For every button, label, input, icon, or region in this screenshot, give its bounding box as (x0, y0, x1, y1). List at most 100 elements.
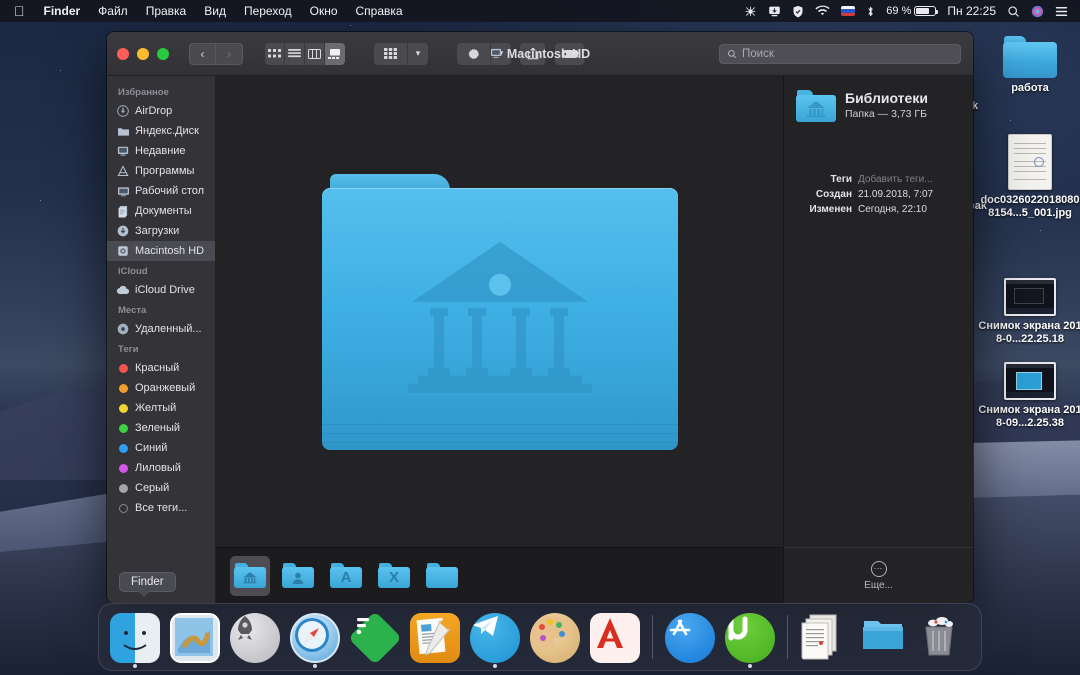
wifi-icon[interactable] (815, 5, 830, 17)
tag-dot (116, 381, 130, 395)
menu-item-view[interactable]: Вид (195, 4, 235, 18)
gallery-view-button[interactable] (325, 42, 345, 65)
dock-item-appstore[interactable] (664, 611, 716, 663)
running-indicator (313, 664, 317, 668)
library-building-icon (407, 241, 592, 393)
sidebar-item-macintosh-hd[interactable]: Macintosh HD (107, 241, 215, 261)
dock-item-paint[interactable] (529, 611, 581, 663)
tag-ring (116, 501, 130, 515)
finder-titlebar[interactable]: ‹ › ▾ ▾ Macintosh HD Поиск (107, 32, 973, 76)
column-view-button[interactable] (305, 42, 325, 65)
menubar-clock[interactable]: Пн 22:25 (947, 4, 996, 18)
dock-item-finder[interactable] (109, 611, 161, 668)
sidebar-item-icloud-drive[interactable]: iCloud Drive (107, 280, 215, 300)
dock-item-utorrent[interactable] (724, 611, 776, 668)
list-view-button[interactable] (285, 42, 305, 65)
arrange-by-button[interactable]: ▾ (374, 42, 428, 65)
sidebar-item-label: Яндекс.Диск (135, 125, 199, 137)
desktop-icon-screenshot-2[interactable]: Снимок экрана 2018-09...2.25.38 (978, 362, 1080, 430)
desktop-icon-folder[interactable]: работа (978, 36, 1080, 95)
back-button[interactable]: ‹ (189, 42, 216, 65)
dock-item-pages[interactable] (409, 611, 461, 663)
inspector-meta-row: Изменен Сегодня, 22:10 (796, 204, 961, 215)
filmstrip-item[interactable]: X (374, 556, 414, 596)
sidebar-item-оранжевый[interactable]: Оранжевый (107, 378, 215, 398)
dock-item-mail[interactable] (169, 611, 221, 663)
search-input[interactable]: Поиск (719, 43, 961, 64)
sidebar-item-удаленный-[interactable]: Удаленный... (107, 319, 215, 339)
sidebar-item-серый[interactable]: Серый (107, 478, 215, 498)
inspector-titles: Библиотеки Папка — 3,73 ГБ (845, 90, 928, 120)
bluetooth-icon[interactable] (866, 5, 875, 18)
sidebar-item-документы[interactable]: Документы (107, 201, 215, 221)
gallery-preview[interactable] (216, 76, 783, 547)
inspector-meta-value[interactable]: Добавить теги... (858, 174, 933, 185)
menu-item-window[interactable]: Окно (301, 4, 347, 18)
dock-item-trash[interactable] (919, 611, 971, 663)
sidebar-item-airdrop[interactable]: AirDrop (107, 101, 215, 121)
inspector-header: Библиотеки Папка — 3,73 ГБ (784, 76, 973, 122)
sidebar-item-label: Документы (135, 205, 192, 217)
finder-sidebar: Избранное AirDrop Яндекс.Диск Недавние Прогр… (107, 76, 216, 603)
dock-item-telegram[interactable] (469, 611, 521, 668)
sidebar-item-красный[interactable]: Красный (107, 358, 215, 378)
desktop-icon-label: Снимок экрана 2018-09...2.25.38 (978, 404, 1080, 429)
disc-icon (116, 322, 130, 336)
desktop-icon-document[interactable]: doc03260220180808154...5_001.jpg (978, 134, 1080, 220)
dock-item-feedly[interactable] (349, 611, 401, 663)
sidebar-item-все-теги-[interactable]: Все теги... (107, 498, 215, 518)
inspector-more-button[interactable]: ⋯ Еще... (784, 547, 973, 603)
siri-icon[interactable] (1031, 5, 1044, 18)
sidebar-item-загрузки[interactable]: Загрузки (107, 221, 215, 241)
applications-icon (116, 164, 130, 178)
menu-item-help[interactable]: Справка (347, 4, 412, 18)
spider-icon[interactable] (744, 5, 757, 18)
tag-dot (116, 481, 130, 495)
filmstrip-item[interactable] (278, 556, 318, 596)
sidebar-item-label: iCloud Drive (135, 284, 195, 296)
share-button[interactable] (520, 42, 546, 65)
forward-button[interactable]: › (216, 42, 243, 65)
filmstrip-item[interactable] (422, 556, 462, 596)
sidebar-item-рабочий-стол[interactable]: Рабочий стол (107, 181, 215, 201)
apple-menu-icon[interactable]:  (8, 4, 35, 18)
sidebar-item-желтый[interactable]: Желтый (107, 398, 215, 418)
battery-indicator[interactable]: 69 % (886, 5, 939, 17)
gear-icon (457, 42, 491, 65)
sidebar-item-зеленый[interactable]: Зеленый (107, 418, 215, 438)
sidebar-item-лиловый[interactable]: Лиловый (107, 458, 215, 478)
chevron-down-icon: ▾ (408, 42, 428, 65)
preview-column: AX (216, 76, 783, 603)
action-menu-button[interactable]: ▾ (457, 42, 511, 65)
chevron-down-icon: ▾ (491, 42, 511, 65)
sidebar-item-яндекс-диск[interactable]: Яндекс.Диск (107, 121, 215, 141)
shield-icon[interactable] (792, 5, 804, 18)
dock-item-documents-stack[interactable] (799, 611, 851, 663)
filmstrip-item[interactable] (230, 555, 270, 596)
menu-item-go[interactable]: Переход (235, 4, 301, 18)
close-button[interactable] (117, 47, 129, 60)
desktop-icon-screenshot-1[interactable]: Снимок экрана 2018-0...22.25.18 (978, 278, 1080, 346)
dock-item-autocad[interactable] (589, 611, 641, 663)
sidebar-item-недавние[interactable]: Недавние (107, 141, 215, 161)
menu-item-file[interactable]: Файл (89, 4, 137, 18)
sidebar-item-label: Macintosh HD (135, 245, 205, 257)
download-icon[interactable] (768, 5, 781, 18)
icon-view-button[interactable] (265, 42, 285, 65)
sidebar-item-программы[interactable]: Программы (107, 161, 215, 181)
zoom-button[interactable] (157, 47, 169, 60)
dock-item-folder-stack[interactable] (859, 611, 911, 663)
dock-item-safari[interactable] (289, 611, 341, 668)
edit-tags-button[interactable] (555, 42, 585, 65)
menu-item-finder[interactable]: Finder (35, 4, 90, 18)
inspector-meta-key: Создан (815, 189, 852, 200)
dock-item-launchpad[interactable] (229, 611, 281, 663)
control-center-icon[interactable] (1055, 6, 1068, 17)
filmstrip-item[interactable]: A (326, 556, 366, 596)
menu-item-edit[interactable]: Правка (137, 4, 196, 18)
minimize-button[interactable] (137, 47, 149, 60)
inspector-meta-key: Теги (830, 174, 852, 185)
search-icon[interactable] (1007, 5, 1020, 18)
flag-ru-icon[interactable] (841, 6, 856, 16)
sidebar-item-синий[interactable]: Синий (107, 438, 215, 458)
